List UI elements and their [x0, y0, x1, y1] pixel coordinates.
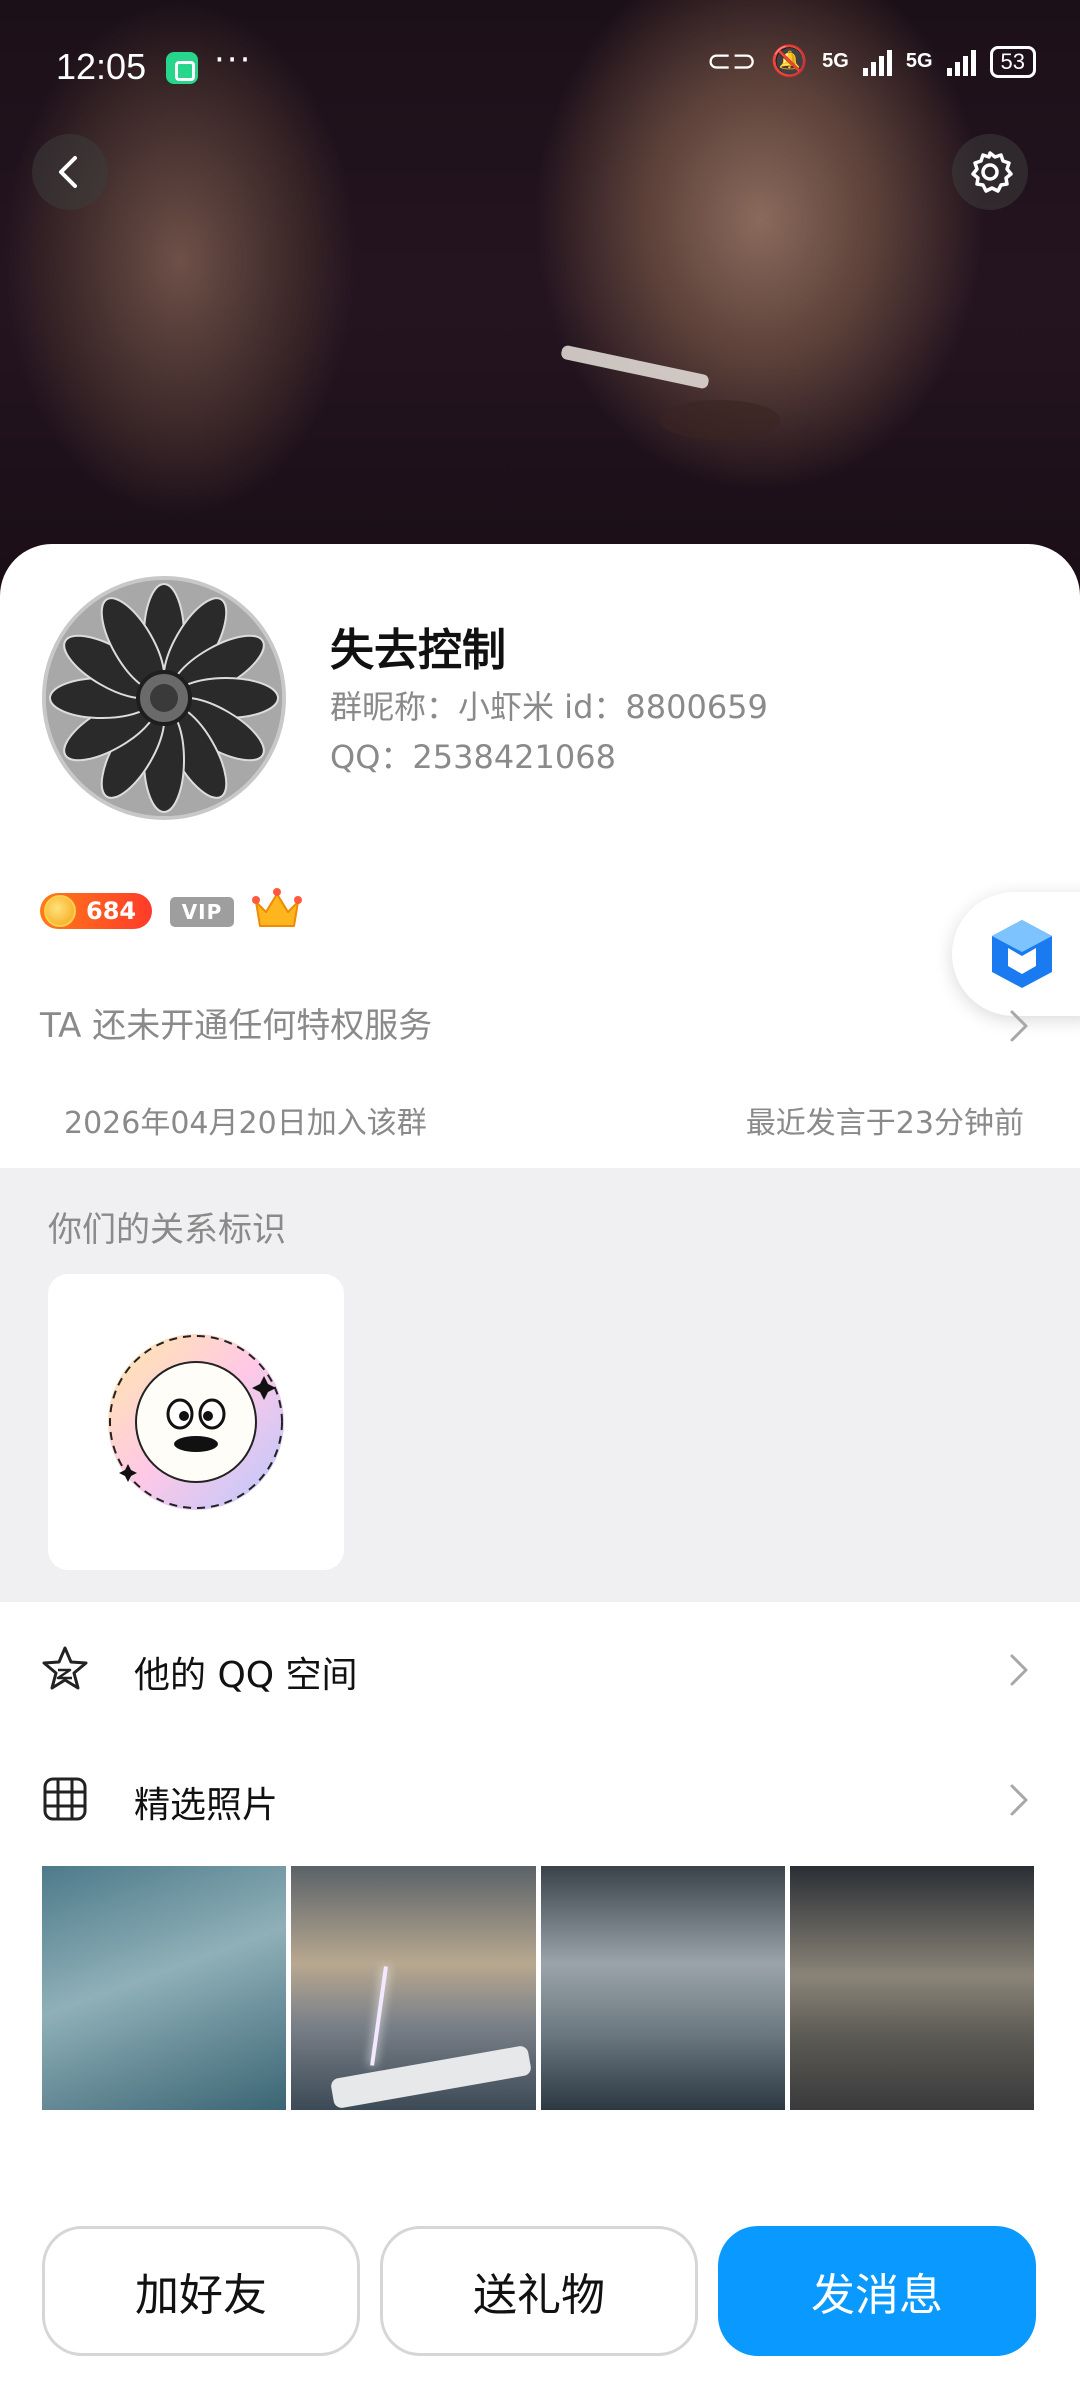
link-icon: ⊂⊃	[706, 44, 757, 79]
avatar[interactable]	[42, 576, 286, 820]
featured-photos-row[interactable]: 精选照片	[0, 1736, 1080, 1856]
signal-label-1: 5G	[822, 50, 849, 72]
cover-detail	[560, 344, 710, 390]
wing-detail	[330, 2044, 533, 2110]
more-notifications-icon: ···	[214, 40, 253, 80]
status-indicators: ⊂⊃ 🔕 5G 5G 53	[706, 44, 1036, 79]
vip-badge[interactable]: VIP	[170, 897, 234, 927]
level-badge[interactable]: 684	[40, 893, 152, 929]
profile-name: 失去控制	[330, 625, 506, 676]
photo-thumbnail[interactable]	[291, 1866, 536, 2110]
level-value: 684	[86, 897, 137, 925]
relationship-badge-icon	[108, 1334, 284, 1510]
add-friend-button[interactable]: 加好友	[42, 2226, 360, 2356]
photo-thumbnail[interactable]	[789, 1866, 1034, 2110]
battery-icon: 53	[989, 45, 1036, 78]
status-time: 12:05	[56, 46, 147, 87]
chevron-right-icon	[1010, 1654, 1028, 1686]
app-notification-icon	[166, 52, 198, 84]
privilege-text[interactable]: TA 还未开通任何特权服务	[40, 998, 432, 1047]
mute-bell-icon: 🔕	[770, 44, 809, 79]
chevron-right-icon	[1010, 1010, 1028, 1042]
send-gift-button[interactable]: 送礼物	[380, 2226, 698, 2356]
chevron-right-icon	[1010, 1784, 1028, 1816]
signal-label-2: 5G	[905, 50, 933, 72]
lightning-detail	[370, 1966, 389, 2066]
gear-icon	[971, 151, 1013, 193]
photo-strip	[42, 1866, 1034, 2110]
crown-icon[interactable]	[250, 886, 304, 932]
signal-bars-icon	[946, 48, 976, 76]
featured-photos-label: 精选照片	[134, 1785, 279, 1826]
cube-icon	[992, 920, 1052, 988]
signal-bars-icon	[862, 48, 892, 76]
star-icon	[42, 1646, 88, 1690]
joined-date: 2026年04月20日加入该群	[64, 1106, 427, 1141]
send-message-button[interactable]: 发消息	[718, 2226, 1036, 2356]
qq-number: QQ：2538421068	[330, 738, 616, 776]
grid-icon	[43, 1777, 87, 1821]
status-bar: 12:05 ··· ⊂⊃ 🔕 5G 5G 53	[0, 0, 1080, 130]
qzone-label: 他的 QQ 空间	[134, 1655, 358, 1696]
last-speak-time: 最近发言于23分钟前	[745, 1106, 1024, 1141]
photo-thumbnail[interactable]	[42, 1866, 287, 2110]
back-button[interactable]	[32, 134, 108, 210]
relationship-title: 你们的关系标识	[48, 1210, 286, 1250]
settings-button[interactable]	[952, 134, 1028, 210]
floating-assistant-button[interactable]	[952, 892, 1080, 1016]
flower-avatar-image	[46, 580, 282, 816]
qzone-row[interactable]: 他的 QQ 空间	[0, 1606, 1080, 1726]
cover-detail	[660, 400, 780, 440]
photo-thumbnail[interactable]	[540, 1866, 785, 2110]
group-nickname-id: 群昵称：小虾米 id：8800659	[330, 688, 768, 726]
chevron-left-icon	[59, 156, 77, 188]
coin-icon	[44, 895, 76, 927]
